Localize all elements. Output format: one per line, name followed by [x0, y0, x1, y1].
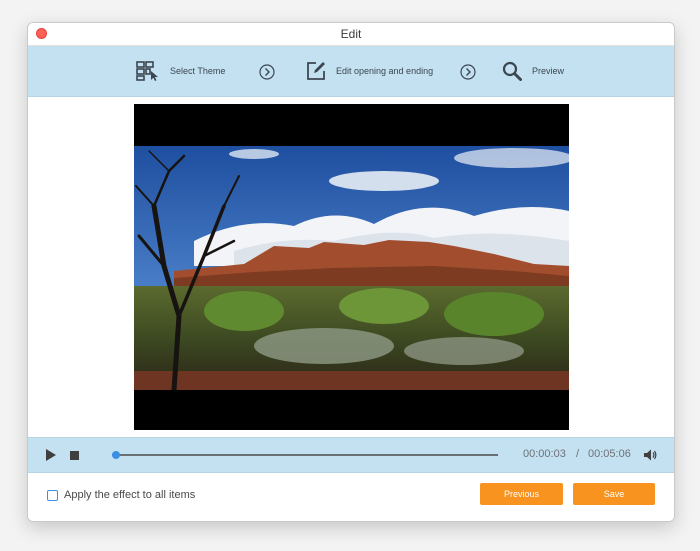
save-button[interactable]: Save	[573, 483, 655, 505]
edit-window: Edit Select Theme Edit opening and endin…	[27, 22, 675, 522]
apply-all-checkbox-row[interactable]: Apply the effect to all items	[47, 489, 195, 501]
magnifier-icon	[502, 61, 522, 81]
current-time: 00:00:03	[523, 448, 566, 460]
edit-square-icon	[306, 61, 326, 81]
title-bar: Edit	[28, 23, 674, 46]
progress-thumb[interactable]	[111, 451, 120, 459]
video-preview[interactable]	[134, 104, 569, 430]
apply-all-label: Apply the effect to all items	[64, 489, 196, 501]
step-preview[interactable]: Preview	[502, 46, 564, 96]
step-toolbar: Select Theme Edit opening and ending Pre…	[28, 46, 674, 97]
landscape-preview-image	[134, 146, 569, 390]
grid-cursor-icon	[136, 61, 160, 81]
player-controls: 00:00:03 / 00:05:06	[28, 437, 674, 473]
chevron-right-icon	[259, 64, 275, 80]
chevron-right-icon	[460, 64, 476, 80]
previous-button[interactable]: Previous	[480, 483, 563, 505]
step-edit-label: Edit opening and ending	[336, 66, 434, 76]
total-time: 00:05:06	[588, 448, 631, 460]
time-separator: /	[576, 448, 580, 460]
preview-area	[28, 97, 674, 437]
window-title: Edit	[340, 27, 362, 41]
volume-icon[interactable]	[643, 448, 657, 462]
play-icon[interactable]	[46, 449, 56, 461]
step-select-theme-label: Select Theme	[170, 66, 226, 76]
stop-icon[interactable]	[70, 451, 79, 460]
apply-all-checkbox[interactable]	[47, 489, 58, 501]
step-select-theme[interactable]: Select Theme	[136, 46, 225, 96]
progress-track[interactable]	[111, 451, 498, 459]
footer: Apply the effect to all items Previous S…	[28, 473, 674, 521]
step-edit-opening-ending[interactable]: Edit opening and ending	[306, 46, 433, 96]
step-preview-label: Preview	[532, 66, 565, 76]
